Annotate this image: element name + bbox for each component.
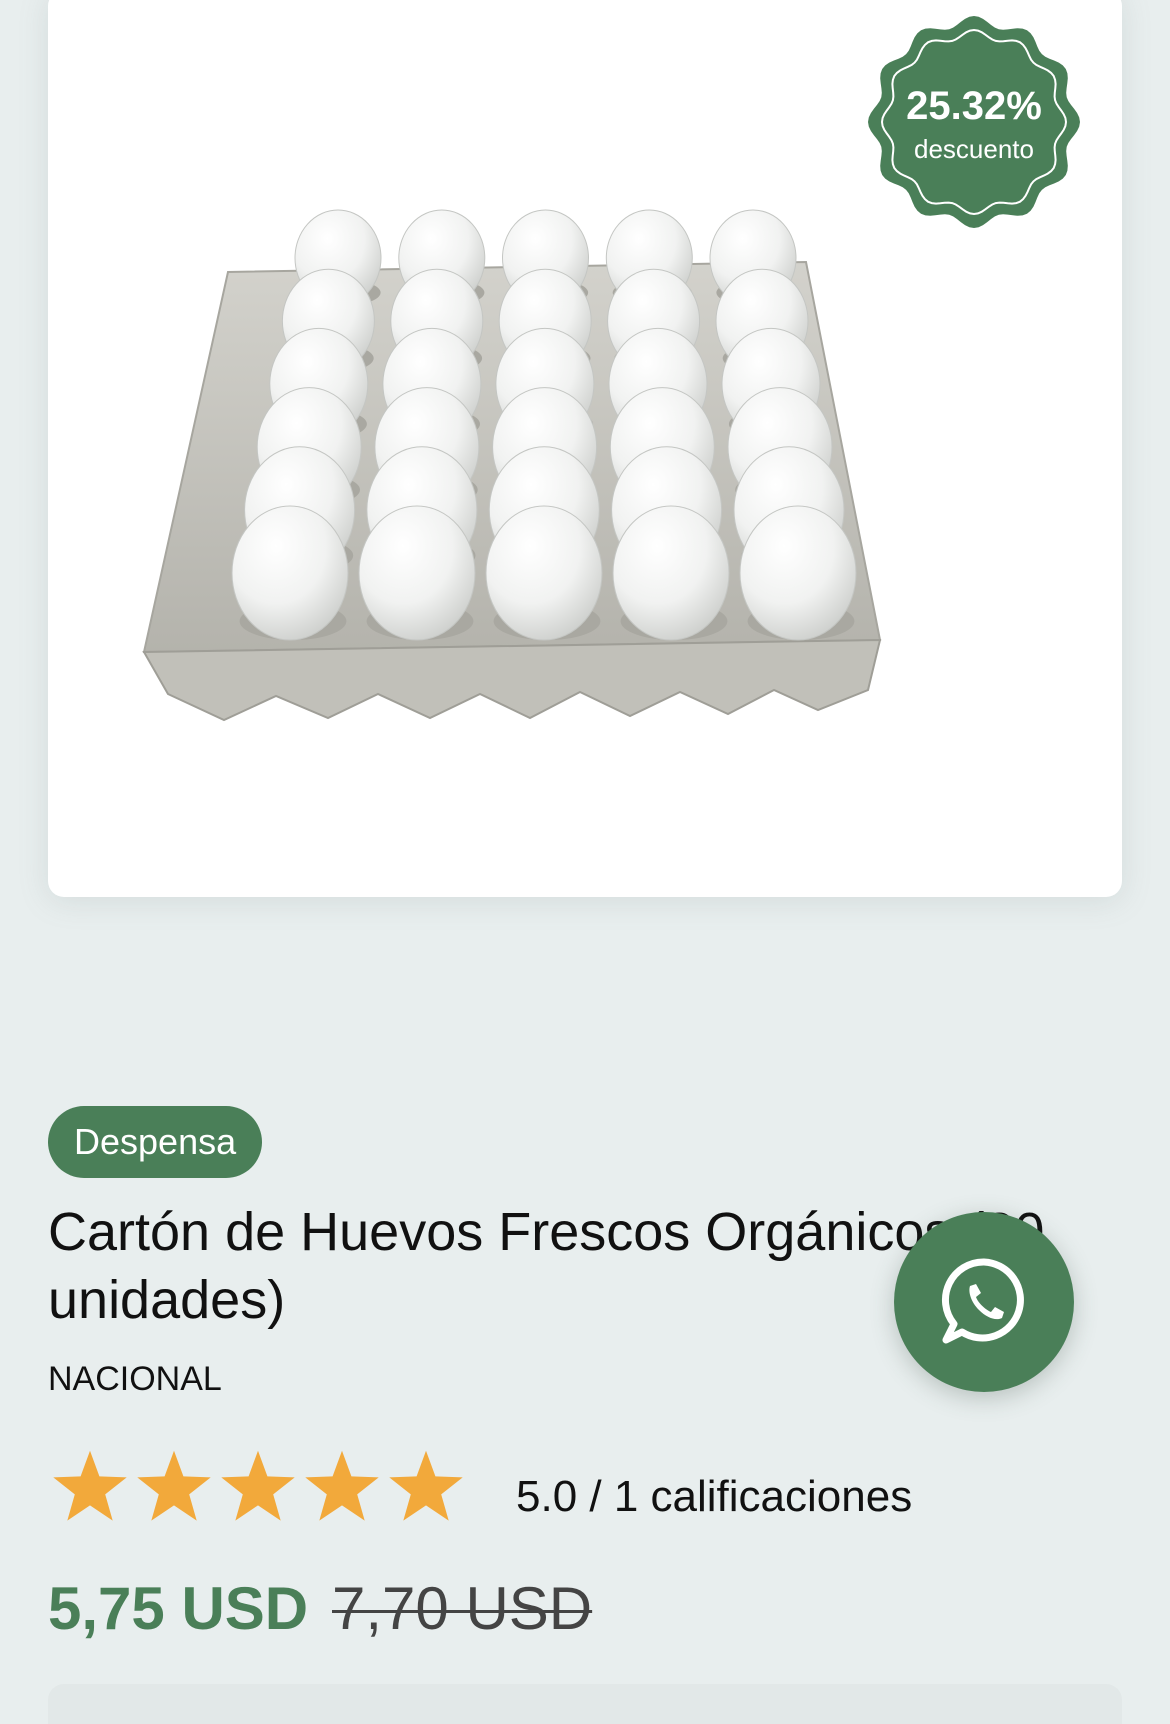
star-icon[interactable]	[132, 1444, 216, 1528]
egg	[358, 505, 476, 641]
product-image-card[interactable]: 25.32% descuento	[48, 0, 1122, 897]
egg	[231, 505, 349, 641]
egg	[612, 505, 730, 641]
product-brand: NACIONAL	[48, 1360, 222, 1398]
star-icon[interactable]	[48, 1444, 132, 1528]
whatsapp-button[interactable]	[894, 1212, 1074, 1392]
discount-percent: 25.32%	[906, 84, 1042, 128]
discount-label: descuento	[914, 134, 1034, 164]
egg	[739, 505, 857, 641]
star-icon[interactable]	[384, 1444, 468, 1528]
rating-summary: 5.0 / 1 calificaciones	[516, 1472, 913, 1521]
eggs-group	[231, 209, 857, 641]
next-section-edge	[48, 1684, 1122, 1724]
category-tag[interactable]: Despensa	[48, 1106, 263, 1178]
discount-badge: 25.32% descuento	[868, 16, 1080, 228]
star-rating[interactable]	[48, 1444, 468, 1528]
whatsapp-icon	[941, 1258, 1024, 1344]
star-icon[interactable]	[300, 1444, 384, 1528]
current-price: 5,75 USD	[48, 1575, 309, 1642]
egg	[485, 505, 603, 641]
original-price: 7,70 USD	[332, 1575, 593, 1642]
star-icon[interactable]	[216, 1444, 300, 1528]
